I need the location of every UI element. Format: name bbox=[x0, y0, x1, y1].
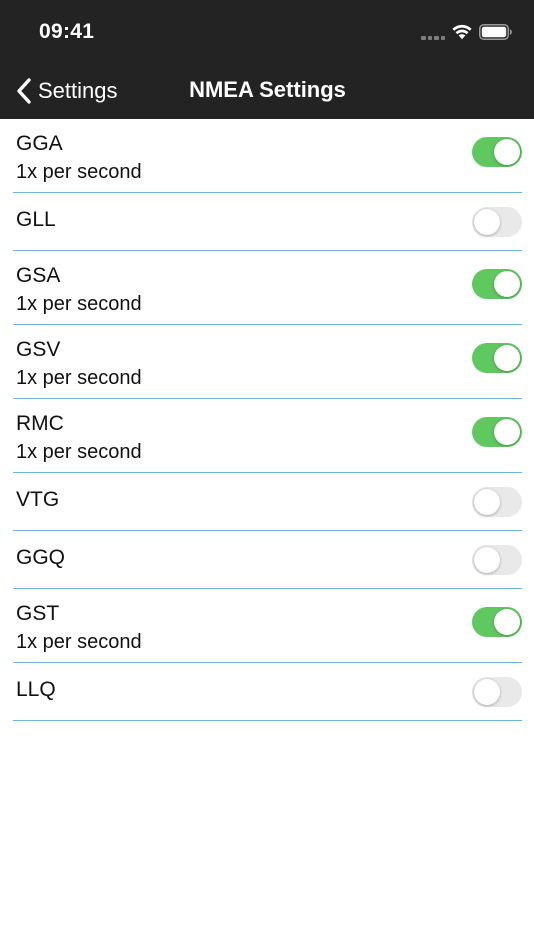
sentence-rate: 1x per second bbox=[16, 293, 142, 315]
sentence-name: GLL bbox=[16, 208, 56, 231]
sentence-name: GGA bbox=[16, 132, 63, 155]
list-item-gsa[interactable]: GSA 1x per second bbox=[0, 251, 534, 325]
sentence-rate: 1x per second bbox=[16, 367, 142, 389]
toggle-llq[interactable] bbox=[472, 677, 522, 707]
list-item-llq[interactable]: LLQ bbox=[0, 663, 534, 721]
toggle-gsa[interactable] bbox=[472, 269, 522, 299]
toggle-gll[interactable] bbox=[472, 207, 522, 237]
cellular-signal-icon bbox=[421, 34, 447, 40]
toggle-rmc[interactable] bbox=[472, 417, 522, 447]
list-item-gga[interactable]: GGA 1x per second bbox=[0, 119, 534, 193]
sentence-rate: 1x per second bbox=[16, 161, 142, 183]
list-item-gst[interactable]: GST 1x per second bbox=[0, 589, 534, 663]
toggle-knob bbox=[494, 609, 520, 635]
battery-icon bbox=[479, 24, 512, 40]
list-item-rmc[interactable]: RMC 1x per second bbox=[0, 399, 534, 473]
toggle-gst[interactable] bbox=[472, 607, 522, 637]
sentence-name: VTG bbox=[16, 488, 60, 511]
toggle-knob bbox=[494, 419, 520, 445]
screen: 09:41 Settings NMEA Settings GGA 1x per s… bbox=[0, 0, 534, 950]
toggle-ggq[interactable] bbox=[472, 545, 522, 575]
header: 09:41 Settings NMEA Settings bbox=[0, 0, 534, 119]
sentence-rate: 1x per second bbox=[16, 631, 142, 653]
wifi-icon bbox=[452, 24, 472, 40]
sentence-name: GGQ bbox=[16, 546, 66, 569]
toggle-vtg[interactable] bbox=[472, 487, 522, 517]
page-title: NMEA Settings bbox=[189, 77, 346, 102]
toggle-knob bbox=[494, 271, 520, 297]
toggle-knob bbox=[474, 547, 500, 573]
nmea-sentence-list: GGA 1x per second GLL GSA 1x per second GSV 1x… bbox=[0, 119, 534, 721]
sentence-name: GSA bbox=[16, 264, 61, 287]
sentence-name: LLQ bbox=[16, 678, 56, 701]
toggle-knob bbox=[474, 679, 500, 705]
toggle-gsv[interactable] bbox=[472, 343, 522, 373]
list-item-gsv[interactable]: GSV 1x per second bbox=[0, 325, 534, 399]
row-divider bbox=[13, 720, 522, 721]
list-item-vtg[interactable]: VTG bbox=[0, 473, 534, 531]
toggle-knob bbox=[474, 489, 500, 515]
sentence-name: GST bbox=[16, 602, 60, 625]
sentence-rate: 1x per second bbox=[16, 441, 142, 463]
sentence-name: GSV bbox=[16, 338, 61, 361]
sentence-name: RMC bbox=[16, 412, 64, 435]
toggle-knob bbox=[494, 139, 520, 165]
list-item-ggq[interactable]: GGQ bbox=[0, 531, 534, 589]
status-time: 09:41 bbox=[39, 20, 95, 43]
toggle-knob bbox=[474, 209, 500, 235]
list-item-gll[interactable]: GLL bbox=[0, 193, 534, 251]
toggle-knob bbox=[494, 345, 520, 371]
toggle-gga[interactable] bbox=[472, 137, 522, 167]
